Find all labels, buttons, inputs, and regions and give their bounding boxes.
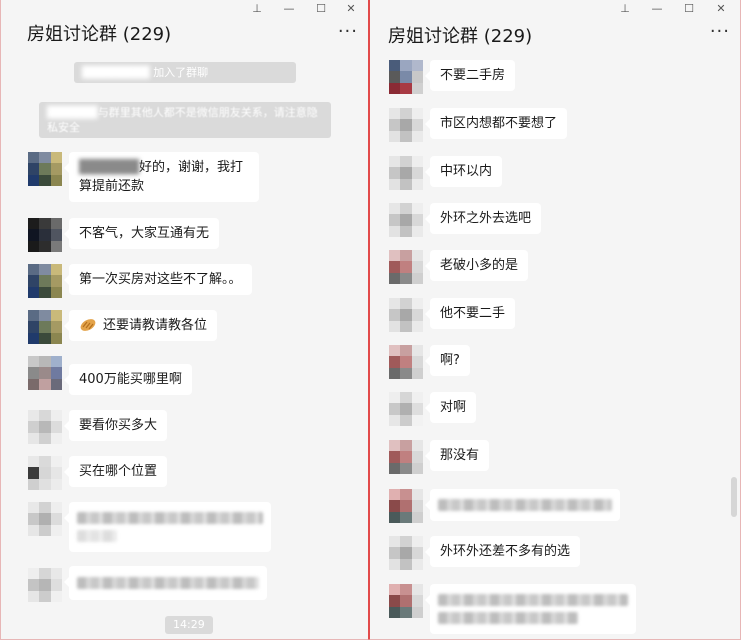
- message-bubble[interactable]: 老破小多的是: [424, 250, 529, 281]
- message-bubble[interactable]: ████████████████████: [425, 489, 620, 521]
- avatar[interactable]: [28, 264, 62, 298]
- avatar[interactable]: [389, 536, 423, 570]
- message-text: 不客气，大家互通有无: [79, 226, 210, 241]
- avatar[interactable]: [389, 203, 423, 237]
- message-text: 还要请教请教各位: [103, 318, 208, 333]
- message-text: 外环之外去选吧: [440, 211, 532, 226]
- chat-window-left: ⊥ — ☐ ✕ 房姐讨论群 (229) ··· ████████ 加入了群聊 █…: [0, 0, 369, 640]
- message-bubble[interactable]: ██████好的，谢谢，我打算提前还款: [64, 152, 259, 202]
- minimize-icon[interactable]: —: [280, 2, 298, 16]
- message-bubble[interactable]: 不要二手房: [424, 60, 516, 91]
- pin-icon[interactable]: ⊥: [248, 2, 266, 16]
- message-bubble[interactable]: 对啊: [424, 392, 477, 423]
- message-text: 不要二手房: [440, 68, 506, 83]
- avatar[interactable]: [28, 218, 62, 252]
- message-bubble[interactable]: 市区内想都不要想了: [424, 108, 568, 139]
- blurred-line: [438, 612, 578, 624]
- avatar[interactable]: [28, 356, 62, 390]
- message-text: 他不要二手: [440, 306, 506, 321]
- avatar[interactable]: [389, 584, 423, 618]
- avatar[interactable]: [28, 152, 62, 186]
- message-bubble[interactable]: ████████████████████: [64, 502, 271, 552]
- blurred-line: [77, 530, 117, 542]
- avatar[interactable]: [389, 156, 423, 190]
- message-text: 啊?: [440, 353, 460, 368]
- message-text: 要看你买多大: [79, 418, 158, 433]
- avatar[interactable]: [389, 60, 423, 94]
- maximize-icon[interactable]: ☐: [312, 2, 330, 16]
- maximize-icon[interactable]: ☐: [680, 2, 698, 16]
- join-text: 加入了群聊: [153, 66, 209, 79]
- message-bubble[interactable]: 中环以内: [424, 156, 503, 187]
- message-bubble[interactable]: 他不要二手: [424, 298, 516, 329]
- blurred-mention: ██████: [79, 160, 139, 175]
- chat-title-bar: ⊥ — ☐ ✕ 房姐讨论群 (229) ···: [1, 0, 368, 56]
- avatar[interactable]: [28, 410, 62, 444]
- message-bubble[interactable]: 外环之外去选吧: [424, 203, 542, 234]
- message-text: 中环以内: [440, 164, 493, 179]
- avatar[interactable]: [389, 298, 423, 332]
- message-bubble[interactable]: 不客气，大家互通有无: [63, 218, 220, 249]
- avatar[interactable]: [389, 108, 423, 142]
- message-bubble[interactable]: 外环外还差不多有的选: [424, 536, 581, 567]
- avatar[interactable]: [389, 392, 423, 426]
- more-options-icon[interactable]: ···: [338, 22, 358, 42]
- message-text: 400万能买哪里啊: [79, 372, 182, 387]
- blurred-line: [438, 594, 628, 606]
- message-text: 那没有: [440, 448, 480, 463]
- timestamp: 14:29: [165, 616, 213, 634]
- avatar[interactable]: [28, 456, 62, 490]
- blurred-line: [77, 577, 259, 589]
- avatar[interactable]: [28, 502, 62, 536]
- message-bubble[interactable]: 400万能买哪里啊: [64, 364, 192, 395]
- message-bubble[interactable]: 还要请教请教各位: [63, 310, 218, 341]
- blurred-line: [438, 499, 612, 511]
- message-text: 外环外还差不多有的选: [440, 544, 571, 559]
- avatar[interactable]: [28, 568, 62, 602]
- chat-title: 房姐讨论群 (229): [388, 26, 533, 47]
- message-text: 老破小多的是: [440, 258, 519, 273]
- chat-window-right: ⊥ — ☐ ✕ 房姐讨论群 (229) ··· 不要二手房 市区内想都不要想了: [369, 0, 741, 640]
- close-icon[interactable]: ✕: [342, 2, 360, 16]
- message-bubble[interactable]: 第一次买房对这些不了解。。: [64, 264, 252, 295]
- message-bubble[interactable]: 那没有: [424, 440, 490, 471]
- message-bubble[interactable]: 买在哪个位置: [63, 456, 168, 487]
- bread-emoji-icon: [80, 319, 96, 331]
- blurred-name: ██████: [47, 106, 98, 119]
- chat-title: 房姐讨论群 (229): [27, 24, 172, 45]
- blurred-name: ████████: [82, 66, 150, 79]
- avatar[interactable]: [389, 489, 423, 523]
- message-bubble[interactable]: 要看你买多大: [63, 410, 168, 441]
- message-list[interactable]: 不要二手房 市区内想都不要想了 中环以内 外环之外去选吧 老破小多的是 他不要二…: [370, 56, 740, 639]
- blurred-line: [77, 512, 263, 524]
- minimize-icon[interactable]: —: [648, 2, 666, 16]
- message-text: 买在哪个位置: [79, 464, 158, 479]
- more-options-icon[interactable]: ···: [710, 22, 730, 42]
- message-list[interactable]: ████████ 加入了群聊 ██████与群里其他人都不是微信朋友关系，请注意…: [1, 56, 368, 639]
- avatar[interactable]: [389, 250, 423, 284]
- message-bubble[interactable]: ████████████████████: [64, 566, 267, 600]
- avatar[interactable]: [389, 345, 423, 379]
- message-bubble[interactable]: ████████████████████: [425, 584, 636, 634]
- message-text: 对啊: [440, 400, 467, 415]
- pin-icon[interactable]: ⊥: [616, 2, 634, 16]
- system-join-notice: ████████ 加入了群聊: [74, 62, 296, 83]
- close-icon[interactable]: ✕: [712, 2, 730, 16]
- message-text: 第一次买房对这些不了解。。: [79, 272, 242, 287]
- chat-title-bar: ⊥ — ☐ ✕ 房姐讨论群 (229) ···: [370, 0, 740, 56]
- scrollbar-thumb[interactable]: [731, 477, 737, 517]
- message-text: 市区内想都不要想了: [440, 116, 558, 131]
- avatar[interactable]: [389, 440, 423, 474]
- message-bubble[interactable]: 啊?: [425, 345, 470, 376]
- system-privacy-warning: ██████与群里其他人都不是微信朋友关系，请注意隐私安全: [39, 102, 331, 138]
- avatar[interactable]: [28, 310, 62, 344]
